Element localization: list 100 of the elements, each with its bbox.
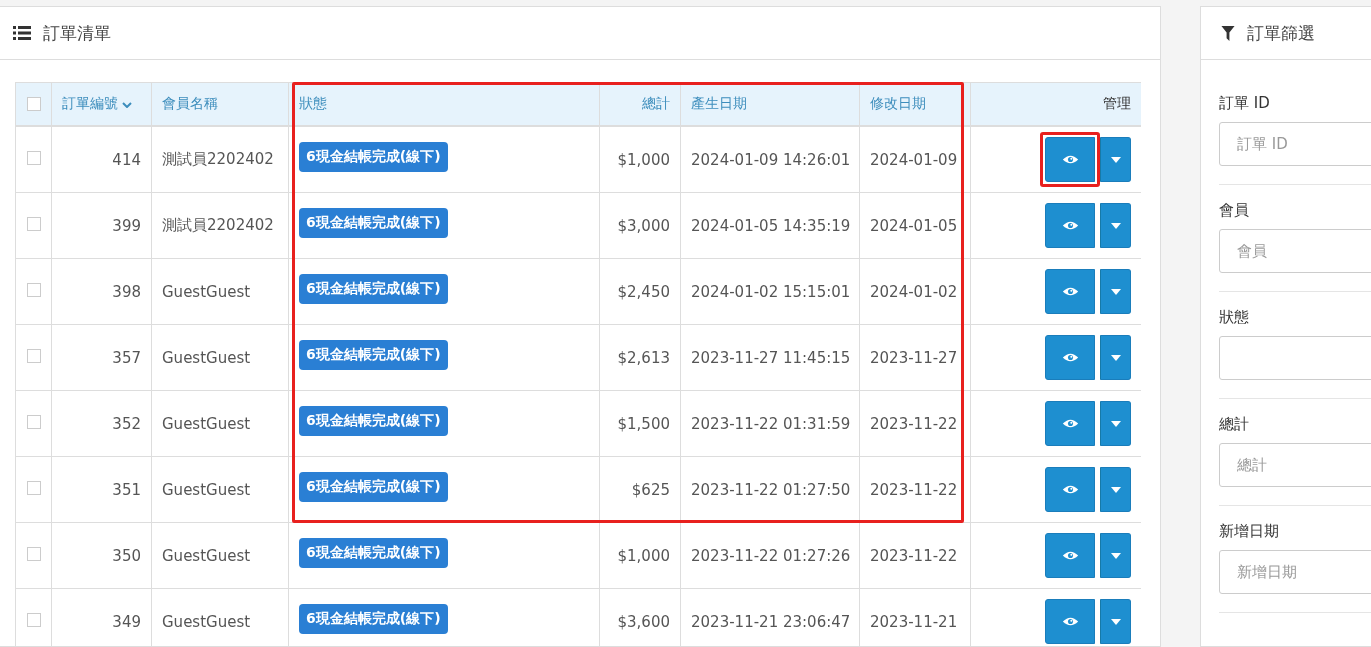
row-checkbox[interactable]: [26, 349, 41, 363]
caret-icon: [1110, 552, 1121, 559]
view-button[interactable]: [1045, 269, 1095, 314]
view-button[interactable]: [1045, 401, 1095, 446]
column-heading: 會員名稱: [162, 95, 218, 113]
eye-icon: [1061, 220, 1079, 231]
table-cell: 2023-11-22 01:27:26: [691, 546, 851, 565]
table-cell: 414: [112, 150, 141, 169]
table-cell: $1,000: [617, 546, 670, 565]
status-badge: 6現金結帳完成(線下): [299, 537, 448, 568]
view-button[interactable]: [1045, 467, 1095, 512]
table-cell: 2024-01-02: [870, 282, 958, 301]
eye-icon: [1061, 616, 1079, 627]
view-button[interactable]: [1045, 335, 1095, 380]
table-cell: GuestGuest: [162, 612, 251, 631]
table-cell: 2024-01-09 14:26:01: [691, 150, 851, 169]
table-cell: GuestGuest: [162, 480, 251, 499]
column-heading: 修改日期: [870, 95, 926, 113]
field-label: 新增日期: [1219, 522, 1280, 541]
table-cell: 2023-11-21 23:06:47: [691, 612, 851, 631]
dropdown-toggle-button[interactable]: [1100, 269, 1131, 314]
column-heading[interactable]: 訂單編號: [62, 95, 118, 113]
table-cell: $1,500: [617, 414, 670, 433]
table-cell: 測試員2202402: [162, 150, 274, 169]
row-checkbox[interactable]: [26, 613, 41, 627]
table-cell: $625: [631, 480, 670, 499]
column-heading: 管理: [1103, 95, 1131, 113]
field-label: 訂單 ID: [1219, 94, 1271, 113]
field-label: 狀態: [1219, 308, 1250, 327]
table-cell: 2023-11-27: [870, 348, 958, 367]
table-cell: $3,600: [617, 612, 670, 631]
caret-icon: [1110, 618, 1121, 625]
table-cell: 2024-01-05 14:35:19: [691, 216, 851, 235]
table-cell: 352: [112, 414, 141, 433]
caret-icon: [1110, 354, 1121, 361]
dropdown-toggle-button[interactable]: [1100, 401, 1131, 446]
eye-icon: [1061, 286, 1079, 297]
view-button[interactable]: [1045, 203, 1095, 248]
status-badge: 6現金結帳完成(線下): [299, 603, 448, 634]
caret-icon: [1110, 420, 1121, 427]
status-badge: 6現金結帳完成(線下): [299, 141, 448, 172]
dropdown-toggle-button[interactable]: [1100, 203, 1131, 248]
status-badge: 6現金結帳完成(線下): [299, 339, 448, 370]
sort-caret-icon[interactable]: [122, 102, 132, 108]
status-badge: 6現金結帳完成(線下): [299, 471, 448, 502]
field-label: 總計: [1219, 415, 1250, 434]
panel-title: 訂單清單: [43, 21, 111, 45]
table-cell: 2023-11-27 11:45:15: [691, 348, 851, 367]
table-cell: GuestGuest: [162, 414, 251, 433]
eye-icon: [1061, 484, 1079, 495]
table-cell: 350: [112, 546, 141, 565]
table-cell: 2023-11-22 01:27:50: [691, 480, 851, 499]
view-button[interactable]: [1045, 599, 1095, 644]
row-checkbox[interactable]: [26, 415, 41, 429]
table-cell: $2,450: [617, 282, 670, 301]
row-checkbox[interactable]: [26, 481, 41, 495]
table-cell: 測試員2202402: [162, 216, 274, 235]
row-checkbox[interactable]: [26, 217, 41, 231]
eye-icon: [1061, 550, 1079, 561]
table-cell: $1,000: [617, 150, 670, 169]
dropdown-toggle-button[interactable]: [1100, 599, 1131, 644]
table-cell: 2023-11-22: [870, 546, 958, 565]
column-heading: 總計: [642, 95, 670, 113]
row-checkbox[interactable]: [26, 547, 41, 561]
panel-title: 訂單篩選: [1247, 21, 1315, 45]
input-field[interactable]: 訂單 ID: [1219, 122, 1371, 166]
table-cell: 2024-01-09: [870, 150, 958, 169]
caret-icon: [1110, 156, 1121, 163]
select-all-checkbox[interactable]: [26, 97, 41, 111]
eye-icon: [1061, 352, 1079, 363]
dropdown-toggle-button[interactable]: [1100, 137, 1131, 182]
row-checkbox[interactable]: [26, 283, 41, 297]
caret-icon: [1110, 222, 1121, 229]
list-icon: [13, 26, 31, 40]
table-cell: 357: [112, 348, 141, 367]
column-heading: 產生日期: [691, 95, 747, 113]
table-cell: 349: [112, 612, 141, 631]
column-heading: 狀態: [299, 95, 327, 113]
dropdown-toggle-button[interactable]: [1100, 533, 1131, 578]
caret-icon: [1110, 288, 1121, 295]
table-cell: GuestGuest: [162, 546, 251, 565]
dropdown-toggle-button[interactable]: [1100, 335, 1131, 380]
status-badge: 6現金結帳完成(線下): [299, 405, 448, 436]
table-cell: 2023-11-22 01:31:59: [691, 414, 851, 433]
dropdown-toggle-button[interactable]: [1100, 467, 1131, 512]
eye-icon: [1061, 418, 1079, 429]
table-cell: $2,613: [617, 348, 670, 367]
table-cell: 351: [112, 480, 141, 499]
input-field[interactable]: 新增日期: [1219, 550, 1371, 594]
row-checkbox[interactable]: [26, 151, 41, 165]
view-button[interactable]: [1045, 533, 1095, 578]
field-label: 會員: [1219, 201, 1250, 220]
input-field[interactable]: 會員: [1219, 229, 1371, 273]
table-cell: 399: [112, 216, 141, 235]
status-badge: 6現金結帳完成(線下): [299, 207, 448, 238]
table-cell: 2024-01-05: [870, 216, 958, 235]
table-cell: 2023-11-22: [870, 414, 958, 433]
table-cell: $3,000: [617, 216, 670, 235]
eye-icon: [1061, 154, 1079, 165]
input-field[interactable]: 總計: [1219, 443, 1371, 487]
